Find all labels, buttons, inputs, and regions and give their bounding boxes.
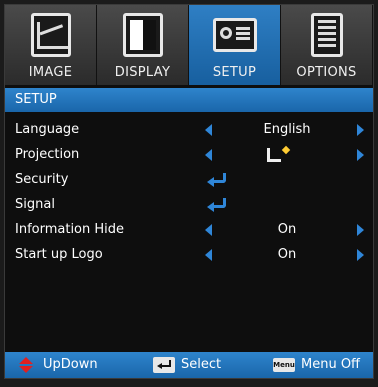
menu-item-label: Security bbox=[15, 172, 69, 187]
left-arrow-icon[interactable] bbox=[205, 249, 212, 261]
right-arrow-icon[interactable] bbox=[357, 124, 364, 136]
tab-label: SETUP bbox=[212, 65, 257, 80]
menu-item-language[interactable]: Language English bbox=[5, 117, 373, 142]
menu-item-projection[interactable]: Projection bbox=[5, 142, 373, 167]
settings-list: Language English Projection Security Sig… bbox=[5, 117, 373, 267]
menu-item-value: English bbox=[263, 122, 311, 137]
tab-label: DISPLAY bbox=[114, 65, 171, 80]
menu-item-information-hide[interactable]: Information Hide On bbox=[5, 217, 373, 242]
menu-item-label: Information Hide bbox=[15, 222, 125, 237]
projector-icon bbox=[213, 18, 257, 52]
menu-item-label: Language bbox=[15, 122, 80, 137]
tab-display[interactable]: DISPLAY bbox=[97, 5, 189, 85]
enter-icon[interactable] bbox=[207, 198, 226, 212]
menu-item-signal[interactable]: Signal bbox=[5, 192, 373, 217]
menu-item-label: Signal bbox=[15, 197, 55, 212]
select-hint: Select bbox=[181, 357, 222, 372]
menu-key-icon: Menu bbox=[273, 358, 295, 372]
options-icon bbox=[311, 13, 343, 57]
section-header: SETUP bbox=[5, 88, 373, 112]
left-arrow-icon[interactable] bbox=[205, 224, 212, 236]
menu-off-hint: Menu Off bbox=[301, 357, 361, 372]
menu-item-start-up-logo[interactable]: Start up Logo On bbox=[5, 242, 373, 267]
menu-item-value: On bbox=[277, 247, 297, 262]
tab-options[interactable]: OPTIONS bbox=[281, 5, 373, 85]
menu-item-value: On bbox=[277, 222, 297, 237]
tab-setup[interactable]: SETUP bbox=[189, 5, 281, 85]
menu-item-security[interactable]: Security bbox=[5, 167, 373, 192]
updown-icon bbox=[19, 357, 33, 373]
menu-item-label: Projection bbox=[15, 147, 80, 162]
tab-image[interactable]: IMAGE bbox=[5, 5, 97, 85]
menu-item-label: Start up Logo bbox=[15, 247, 103, 262]
tab-bar: IMAGE DISPLAY SETUP OPTIONS bbox=[5, 5, 373, 85]
enter-icon[interactable] bbox=[207, 173, 226, 187]
left-arrow-icon[interactable] bbox=[205, 149, 212, 161]
updown-hint: UpDown bbox=[43, 357, 98, 372]
right-arrow-icon[interactable] bbox=[357, 224, 364, 236]
right-arrow-icon[interactable] bbox=[357, 149, 364, 161]
select-key-icon bbox=[153, 357, 175, 373]
tab-label: OPTIONS bbox=[296, 65, 357, 80]
image-icon bbox=[31, 13, 71, 57]
display-icon bbox=[123, 13, 163, 57]
tab-label: IMAGE bbox=[28, 65, 73, 80]
right-arrow-icon[interactable] bbox=[357, 249, 364, 261]
left-arrow-icon[interactable] bbox=[205, 124, 212, 136]
osd-menu: IMAGE DISPLAY SETUP OPTIONS SETUP Langua… bbox=[4, 4, 374, 379]
footer-bar: UpDown Select Menu Menu Off bbox=[5, 352, 373, 378]
